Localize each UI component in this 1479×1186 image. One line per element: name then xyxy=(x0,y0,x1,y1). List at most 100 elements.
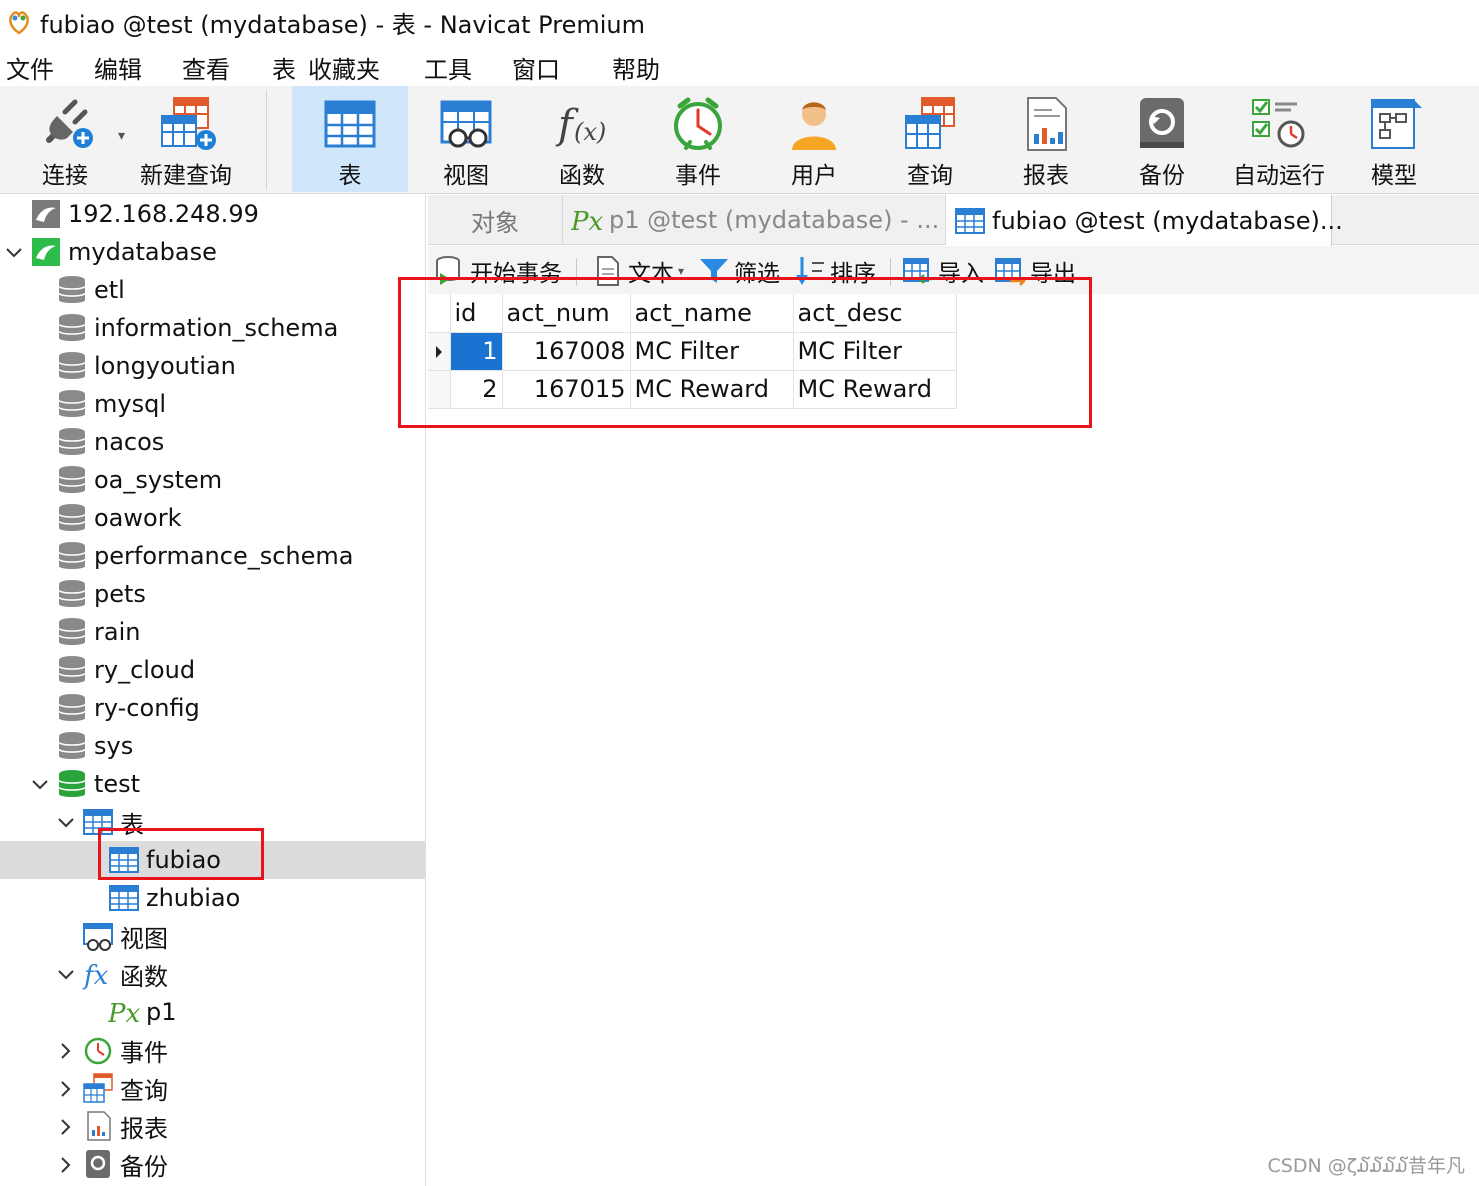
tree-database-nacos[interactable]: nacos xyxy=(56,423,164,461)
cell-act-name[interactable]: MC Reward xyxy=(630,370,794,409)
cell-id[interactable]: 1 xyxy=(450,332,503,371)
functions-button[interactable]: f (x) 函数 xyxy=(532,86,632,192)
menu-tools[interactable]: 工具 xyxy=(424,50,472,85)
filter-button[interactable]: 筛选 xyxy=(698,254,780,288)
tree-database-label: pets xyxy=(94,580,146,608)
database-icon xyxy=(58,352,86,379)
tree-label-p1: p1 xyxy=(146,998,177,1026)
tree-group-backups[interactable]: 备份 xyxy=(82,1145,168,1183)
column-header-id[interactable]: id xyxy=(450,294,503,333)
tree-group-functions[interactable]: fx 函数 xyxy=(82,955,168,993)
tree-database-information-schema[interactable]: information_schema xyxy=(56,309,338,347)
tree-group-tables[interactable]: 表 xyxy=(82,803,144,841)
column-header-act-num[interactable]: act_num xyxy=(502,294,631,333)
cell-act-name[interactable]: MC Filter xyxy=(630,332,794,371)
tree-database-performance-schema[interactable]: performance_schema xyxy=(56,537,353,575)
chevron-down-icon[interactable] xyxy=(56,813,76,833)
chevron-down-icon[interactable] xyxy=(56,965,76,985)
new-query-button[interactable]: 新建查询 xyxy=(134,86,238,192)
menu-window[interactable]: 窗口 xyxy=(512,50,560,85)
model-button[interactable]: 模型 xyxy=(1346,86,1442,192)
tree-label-events-group: 事件 xyxy=(120,1038,168,1067)
table-row[interactable]: 2 167015 MC Reward MC Reward xyxy=(428,370,957,409)
chevron-right-icon[interactable] xyxy=(56,1117,76,1137)
tree-group-events[interactable]: 事件 xyxy=(82,1031,168,1069)
column-header-act-desc[interactable]: act_desc xyxy=(793,294,957,333)
tree-database-rain[interactable]: rain xyxy=(56,613,140,651)
tab-objects[interactable]: 对象 xyxy=(428,195,563,245)
chevron-down-icon[interactable] xyxy=(30,775,50,795)
mysql-connection-icon xyxy=(32,238,60,266)
cell-act-desc[interactable]: MC Filter xyxy=(793,332,957,371)
tree-database-oawork[interactable]: oawork xyxy=(56,499,181,537)
menu-file[interactable]: 文件 xyxy=(6,50,54,85)
tree-connection-server[interactable]: 192.168.248.99 xyxy=(30,195,259,233)
mysql-server-icon xyxy=(32,200,60,228)
grid-header-row: id act_num act_name act_desc xyxy=(428,294,957,333)
automation-button[interactable]: 自动运行 xyxy=(1224,86,1334,192)
chevron-down-icon[interactable] xyxy=(4,243,24,263)
tree-group-reports[interactable]: 报表 xyxy=(82,1107,168,1145)
chevron-right-icon[interactable] xyxy=(56,1079,76,1099)
text-view-button[interactable]: 文本 ▾ xyxy=(592,254,684,288)
tree-function-p1[interactable]: Px p1 xyxy=(108,993,177,1031)
tree-database-pets[interactable]: pets xyxy=(56,575,146,613)
tree-database-mysql[interactable]: mysql xyxy=(56,385,166,423)
menu-help[interactable]: 帮助 xyxy=(612,50,660,85)
tree-group-queries[interactable]: 查询 xyxy=(82,1069,168,1107)
sort-button[interactable]: 排序 xyxy=(794,254,876,288)
tree-database-longyoutian[interactable]: longyoutian xyxy=(56,347,236,385)
tree-label-tables-group: 表 xyxy=(120,810,144,839)
menu-view[interactable]: 查看 xyxy=(182,50,230,85)
tree-connection-mydatabase[interactable]: mydatabase xyxy=(30,233,217,271)
event-clock-icon xyxy=(84,1037,112,1065)
cell-act-num[interactable]: 167015 xyxy=(502,370,631,409)
export-icon xyxy=(995,258,1026,286)
connect-button[interactable]: 连接 xyxy=(20,86,110,192)
events-button[interactable]: 事件 xyxy=(648,86,748,192)
menu-table[interactable]: 表 xyxy=(272,50,296,85)
row-indicator-header xyxy=(428,294,451,333)
tree-database-label: sys xyxy=(94,732,134,760)
database-icon xyxy=(58,580,86,607)
chevron-right-icon[interactable] xyxy=(56,1155,76,1175)
tree-database-ry-config[interactable]: ry-config xyxy=(56,689,200,727)
begin-transaction-button[interactable]: 开始事务 xyxy=(434,254,562,288)
window-title: fubiao @test (mydatabase) - 表 - Navicat … xyxy=(40,10,645,39)
chevron-right-icon[interactable] xyxy=(56,1041,76,1061)
menu-favorites[interactable]: 收藏夹 xyxy=(308,50,380,85)
import-button[interactable]: 导入 xyxy=(902,254,984,288)
tree-database-etl[interactable]: etl xyxy=(56,271,125,309)
filter-funnel-icon xyxy=(700,259,728,283)
queries-button[interactable]: 查询 xyxy=(880,86,980,192)
column-header-act-name[interactable]: act_name xyxy=(630,294,794,333)
database-icon xyxy=(58,656,86,683)
tree-database-oa-system[interactable]: oa_system xyxy=(56,461,222,499)
tables-button[interactable]: 表 xyxy=(292,86,408,192)
connect-dropdown-arrow[interactable]: ▾ xyxy=(118,128,125,144)
backup-icon xyxy=(86,1150,110,1178)
tab-p1[interactable]: Px p1 @test (mydatabase) - ... xyxy=(563,195,946,245)
table-row[interactable]: 1 167008 MC Filter MC Filter xyxy=(428,332,957,371)
cell-id[interactable]: 2 xyxy=(450,370,503,409)
tab-fubiao[interactable]: fubiao @test (mydatabase)... xyxy=(946,195,1343,246)
tree-database-ry-cloud[interactable]: ry_cloud xyxy=(56,651,195,689)
tree-group-views[interactable]: 视图 xyxy=(82,917,168,955)
tree-database-label: oawork xyxy=(94,504,182,532)
tree-table-fubiao[interactable]: fubiao xyxy=(108,841,221,879)
reports-button[interactable]: 报表 xyxy=(996,86,1096,192)
backup-icon xyxy=(1140,98,1184,148)
cell-act-num[interactable]: 167008 xyxy=(502,332,631,371)
cell-act-desc[interactable]: MC Reward xyxy=(793,370,957,409)
menu-edit[interactable]: 编辑 xyxy=(94,50,142,85)
backup-button[interactable]: 备份 xyxy=(1112,86,1212,192)
users-button[interactable]: 用户 xyxy=(764,86,864,192)
tree-database-sys[interactable]: sys xyxy=(56,727,133,765)
tree-label-backups-group: 备份 xyxy=(120,1152,168,1181)
views-button[interactable]: 视图 xyxy=(416,86,516,192)
views-label: 视图 xyxy=(443,163,489,189)
plug-connect-icon xyxy=(46,99,93,148)
tree-database-test[interactable]: test xyxy=(56,765,140,803)
export-button[interactable]: 导出 xyxy=(994,254,1076,288)
tree-table-zhubiao[interactable]: zhubiao xyxy=(108,879,240,917)
